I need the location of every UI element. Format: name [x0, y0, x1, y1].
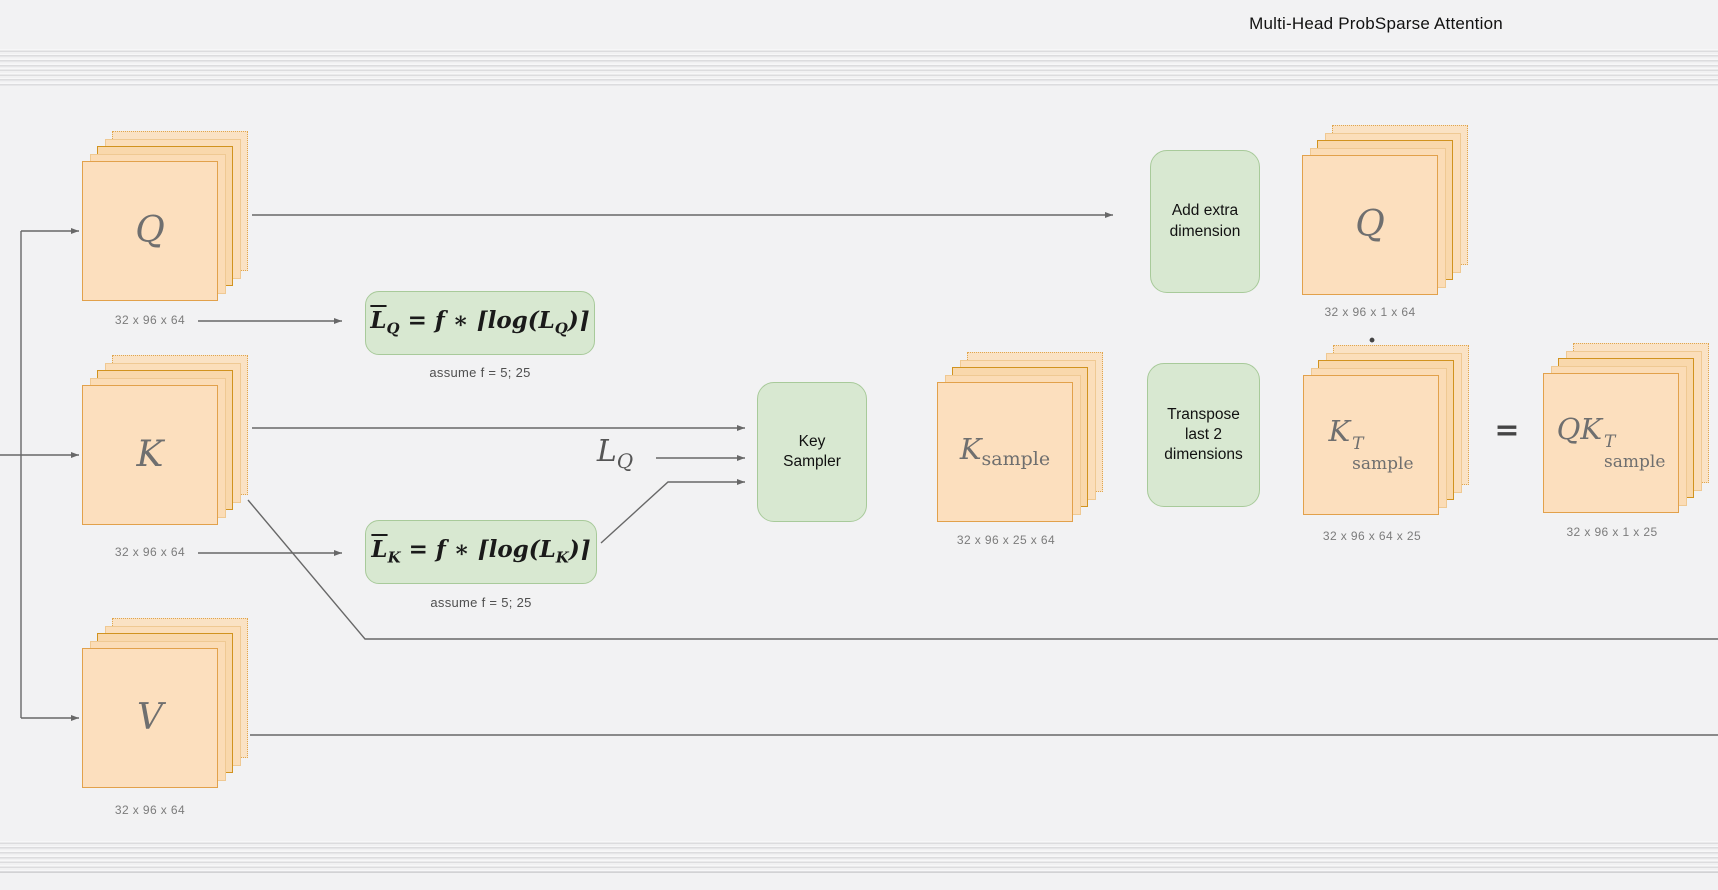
tensor-stack-k-input[interactable]: K: [82, 355, 248, 525]
tensor-stack-q-input[interactable]: Q: [82, 131, 248, 301]
k-sample-label: Ksample: [960, 435, 1050, 469]
v-input-label: V: [137, 700, 163, 736]
v-input-dims: 32 x 96 x 64: [50, 803, 250, 817]
kt-sample-dims: 32 x 96 x 64 x 25: [1272, 529, 1472, 543]
arrow-lk-formula-to-key-sampler: [601, 482, 745, 543]
kt-sample-label: KTsample: [1328, 417, 1413, 473]
process-box-add-extra-dimension[interactable]: Add extra dimension: [1150, 150, 1260, 293]
lq-annotation: LQ: [575, 437, 655, 471]
q-expanded-dims: 32 x 96 x 1 x 64: [1270, 305, 1470, 319]
formula-box-lq[interactable]: LQ = f ∗ ⌈log(LQ)⌉: [365, 291, 595, 355]
formula-box-lk[interactable]: LK = f ∗ ⌈log(LK)⌉: [365, 520, 597, 584]
k-input-dims: 32 x 96 x 64: [50, 545, 250, 559]
q-expanded-label: Q: [1355, 207, 1385, 243]
tensor-stack-q-expanded[interactable]: Q: [1302, 125, 1468, 295]
formula-lk: LK = f ∗ ⌈log(LK)⌉: [371, 535, 590, 568]
q-input-label: Q: [135, 213, 165, 249]
k-sample-dims: 32 x 96 x 25 x 64: [906, 533, 1106, 547]
qkt-sample-dims: 32 x 96 x 1 x 25: [1512, 525, 1712, 539]
process-box-key-sampler[interactable]: Key Sampler: [757, 382, 867, 522]
assume-note-lq: assume f = 5; 25: [370, 365, 590, 380]
formula-lq: LQ = f ∗ ⌈log(LQ)⌉: [370, 306, 589, 339]
tensor-stack-k-sample[interactable]: Ksample: [937, 352, 1103, 522]
process-box-transpose[interactable]: Transpose last 2 dimensions: [1147, 363, 1260, 507]
tensor-stack-kt-sample[interactable]: KTsample: [1303, 345, 1469, 515]
tensor-stack-v-input[interactable]: V: [82, 618, 248, 788]
assume-note-lk: assume f = 5; 25: [371, 595, 591, 610]
tensor-stack-qkt-sample[interactable]: QKTsample: [1543, 343, 1709, 513]
diagram-canvas: Multi-Head ProbSparse Attention: [0, 0, 1718, 890]
q-input-dims: 32 x 96 x 64: [50, 313, 250, 327]
k-input-label: K: [137, 437, 164, 473]
equals-sign: =: [1487, 416, 1527, 446]
qkt-sample-label: QKTsample: [1557, 415, 1666, 471]
